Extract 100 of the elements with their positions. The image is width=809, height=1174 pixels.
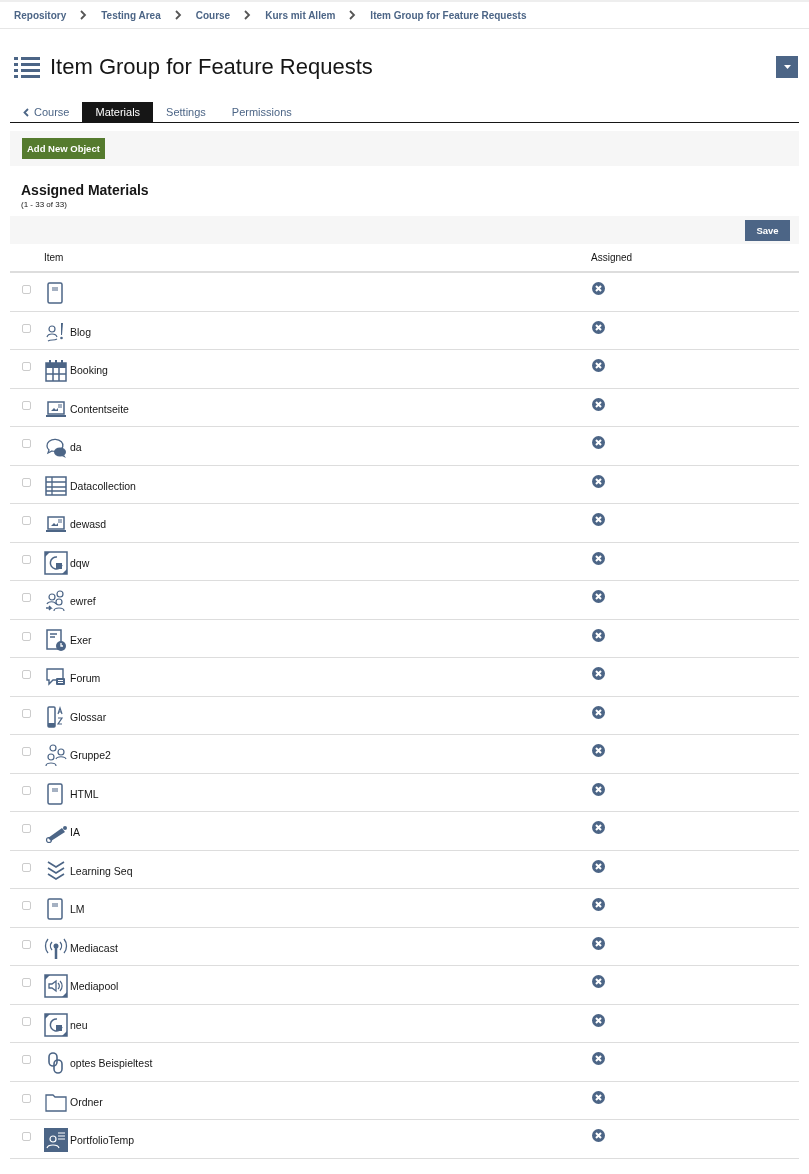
remove-circle-icon[interactable]: [592, 667, 605, 680]
add-new-object-button[interactable]: Add New Object: [22, 138, 105, 159]
item-title: Gruppe2: [70, 749, 111, 761]
chevron-right-icon: [244, 10, 252, 20]
row-checkbox[interactable]: [22, 708, 31, 718]
breadcrumb-link[interactable]: Testing Area: [101, 9, 161, 21]
dropdown-button[interactable]: [776, 56, 798, 78]
remove-circle-icon[interactable]: [592, 590, 605, 603]
chevron-right-icon: [174, 10, 182, 20]
row-checkbox[interactable]: [22, 785, 31, 795]
chevron-right-icon: [349, 10, 357, 20]
item-title: PortfolioTemp: [70, 1134, 135, 1146]
row-checkbox[interactable]: [22, 285, 31, 294]
tab[interactable]: Permissions: [218, 102, 305, 122]
document-clock-icon: [44, 627, 68, 652]
portfolio-icon: [44, 1128, 68, 1152]
pie-chart-icon: [44, 1012, 68, 1037]
tab[interactable]: Materials: [82, 102, 154, 122]
item-title: da: [70, 441, 82, 453]
remove-circle-icon[interactable]: [592, 782, 605, 796]
row-checkbox[interactable]: [22, 1016, 31, 1026]
remove-circle-icon[interactable]: [592, 1013, 605, 1027]
chevron-left-icon: [23, 107, 29, 117]
remove-circle-icon[interactable]: [592, 936, 605, 950]
remove-circle-icon[interactable]: [592, 821, 605, 834]
breadcrumb-link[interactable]: Course: [195, 9, 231, 21]
item-title: IA: [70, 826, 80, 838]
remove-circle-icon[interactable]: [592, 705, 605, 719]
caret-icon: [783, 65, 791, 69]
remove-circle-icon[interactable]: [592, 744, 605, 757]
row-checkbox[interactable]: [22, 747, 31, 756]
list-icon: [14, 56, 40, 78]
row-checkbox[interactable]: [22, 439, 31, 448]
column-header: Item: [44, 252, 65, 263]
remove-circle-icon[interactable]: [592, 975, 605, 988]
pie-chart-icon: [44, 550, 68, 575]
row-checkbox[interactable]: [22, 516, 31, 525]
breadcrumb-link[interactable]: Repository: [14, 9, 67, 21]
row-checkbox[interactable]: [22, 901, 31, 910]
remove-circle-icon[interactable]: [592, 1129, 605, 1142]
back-tab[interactable]: Course: [10, 102, 83, 122]
table-icon: [44, 473, 68, 498]
row-checkbox[interactable]: [22, 670, 31, 679]
remove-circle-icon[interactable]: [592, 551, 605, 565]
row-checkbox[interactable]: [22, 862, 31, 872]
remove-circle-icon[interactable]: [592, 436, 605, 449]
remove-circle-icon[interactable]: [592, 859, 605, 873]
remove-circle-icon[interactable]: [592, 898, 605, 911]
column-header: Assigned: [591, 252, 634, 263]
item-title: Forum: [70, 672, 101, 684]
tab[interactable]: Settings: [153, 102, 219, 122]
item-title: Booking: [70, 364, 108, 376]
remove-circle-icon[interactable]: [592, 359, 605, 372]
item-title: Mediacast: [70, 941, 118, 954]
item-title: Ordner: [70, 1095, 103, 1108]
item-title: Learning Seq: [70, 864, 133, 877]
item-count: (1 - 33 of 33): [21, 200, 68, 209]
item-title: Mediapool: [70, 980, 119, 992]
breadcrumb-link[interactable]: Item Group for Feature Requests: [370, 9, 527, 21]
section-title: Assigned Materials: [21, 182, 150, 198]
item-title: dqw: [70, 556, 90, 569]
row-checkbox[interactable]: [22, 593, 31, 602]
row-checkbox[interactable]: [22, 323, 31, 333]
row-checkbox[interactable]: [22, 1132, 31, 1141]
item-title: optes Beispieltest: [70, 1057, 153, 1069]
row-checkbox[interactable]: [22, 978, 31, 987]
item-title: HTML: [70, 787, 99, 800]
page-title: Item Group for Feature Requests: [50, 54, 374, 80]
row-checkbox[interactable]: [22, 824, 31, 833]
item-title: ewref: [70, 595, 96, 607]
row-checkbox[interactable]: [22, 939, 31, 949]
remove-circle-icon[interactable]: [592, 397, 605, 411]
row-checkbox[interactable]: [22, 554, 31, 564]
item-title: Datacollection: [70, 479, 136, 492]
row-checkbox[interactable]: [22, 631, 31, 641]
row-checkbox[interactable]: [22, 1055, 31, 1064]
remove-circle-icon[interactable]: [592, 282, 605, 295]
people-arrow-icon: [44, 589, 68, 613]
remove-circle-icon[interactable]: [592, 1090, 605, 1104]
item-title: Blog: [70, 325, 91, 338]
remove-circle-icon[interactable]: [592, 513, 605, 526]
item-title: Exer: [70, 633, 92, 646]
item-title: neu: [70, 1018, 88, 1031]
item-title: Contentseite: [70, 402, 129, 415]
item-title: Glossar: [70, 710, 107, 723]
calendar-icon: [44, 358, 68, 382]
item-title: LM: [70, 903, 85, 915]
remove-circle-icon[interactable]: [592, 628, 605, 642]
breadcrumb-link[interactable]: Kurs mit Allem: [265, 9, 336, 21]
row-checkbox[interactable]: [22, 477, 31, 487]
remove-circle-icon[interactable]: [592, 474, 605, 488]
remove-circle-icon[interactable]: [592, 1052, 605, 1065]
chevron-right-icon: [80, 10, 88, 20]
row-checkbox[interactable]: [22, 400, 31, 410]
speaker-icon: [44, 974, 68, 998]
save-button[interactable]: Save: [745, 219, 790, 241]
remove-circle-icon[interactable]: [592, 320, 605, 334]
row-checkbox[interactable]: [22, 1093, 31, 1103]
row-checkbox[interactable]: [22, 362, 31, 371]
people-icon: [44, 743, 68, 767]
